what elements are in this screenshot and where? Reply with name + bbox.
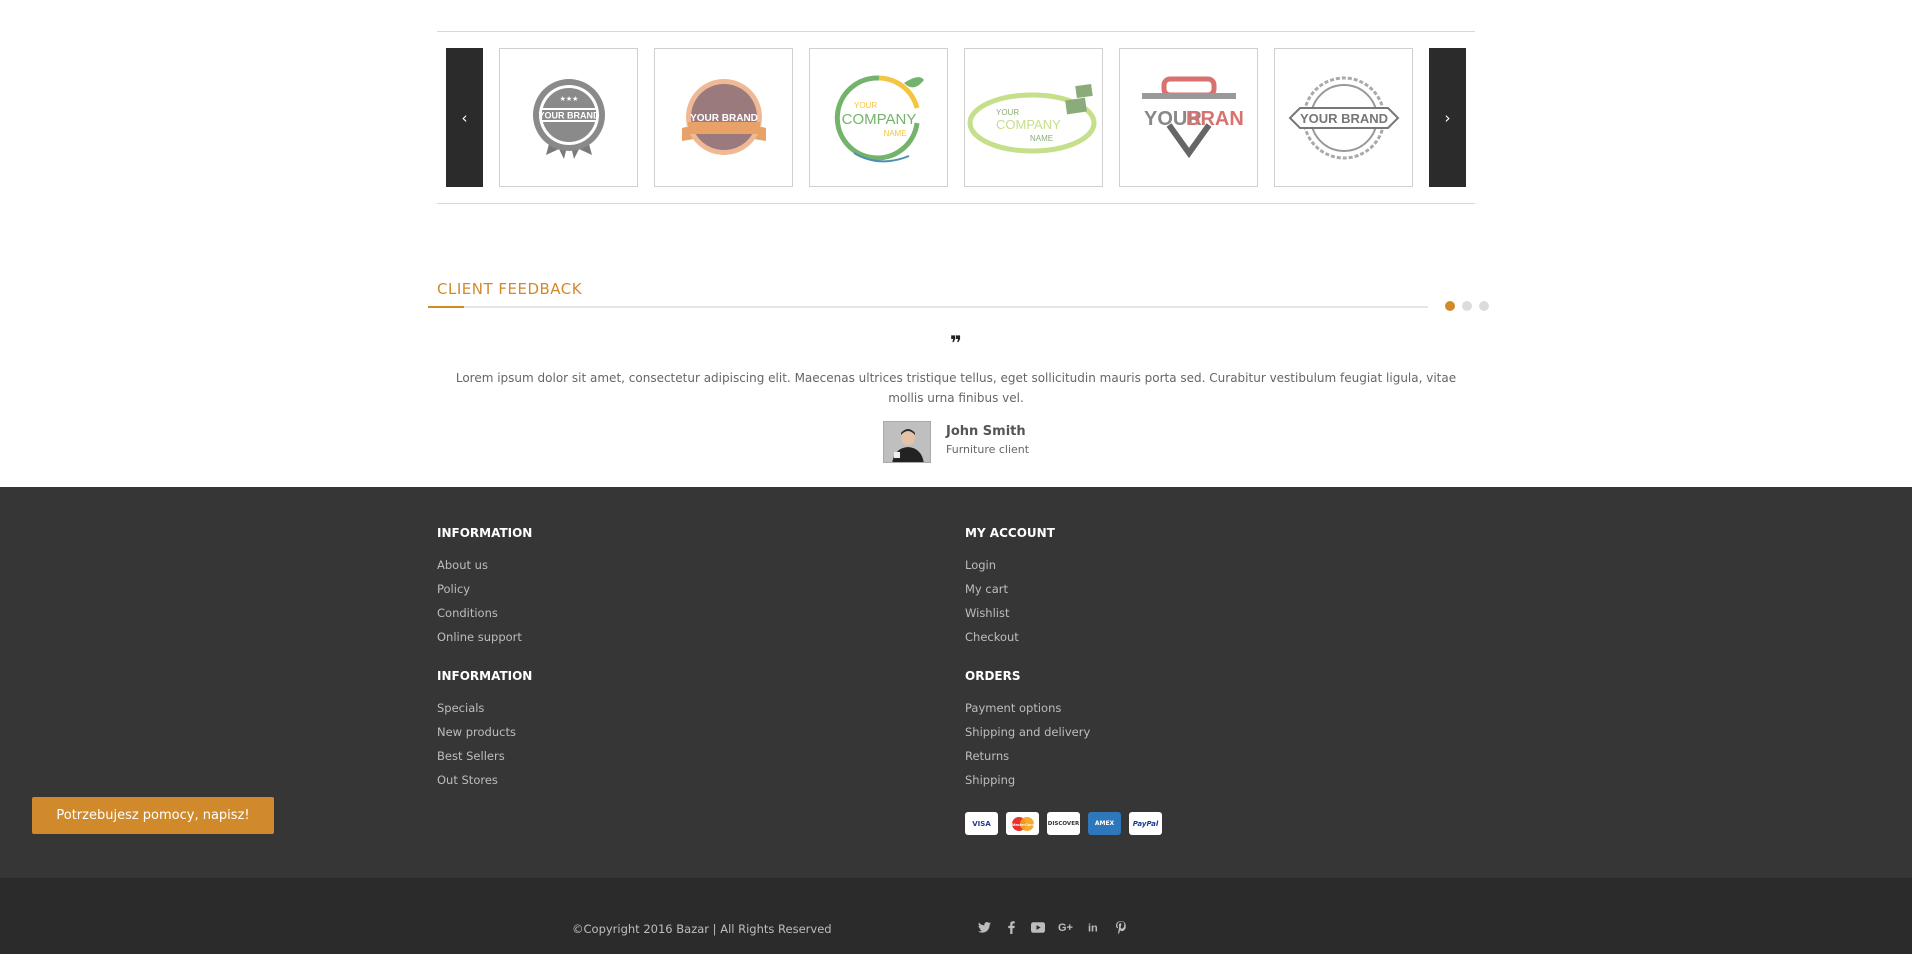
footer xyxy=(0,487,1912,878)
footer-link-best-sellers[interactable]: Best Sellers xyxy=(437,748,532,772)
svg-text:YOUR BRAND: YOUR BRAND xyxy=(690,113,758,124)
svg-text:NAME: NAME xyxy=(883,129,906,138)
svg-text:YOUR BRAND: YOUR BRAND xyxy=(538,110,600,120)
footer-col-information: INFORMATION About us Policy Conditions O… xyxy=(437,525,532,653)
brand-logo-3[interactable]: YOUR COMPANY NAME xyxy=(809,48,948,187)
chevron-left-icon: ‹ xyxy=(461,108,468,127)
footer-link-my-cart[interactable]: My cart xyxy=(965,581,1055,605)
paypal-icon: PayPal xyxy=(1129,812,1162,835)
brands-bottom-divider xyxy=(437,203,1475,204)
brand-leaf-green-icon: YOUR COMPANY NAME xyxy=(834,74,924,162)
footer-link-shipping[interactable]: Shipping xyxy=(965,772,1090,796)
svg-text:★★★: ★★★ xyxy=(559,95,578,103)
feedback-title-accent xyxy=(428,306,464,308)
footer-col-orders: ORDERS Payment options Shipping and deli… xyxy=(965,668,1090,796)
payment-methods: VISA MasterCard DISCOVER AMEX PayPal xyxy=(965,812,1162,835)
client-feedback-title: CLIENT FEEDBACK xyxy=(437,280,583,298)
brand-badge-gray-icon: YOUR BRAND ★★★ xyxy=(532,78,605,159)
footer-link-online-support[interactable]: Online support xyxy=(437,629,532,653)
brand-swoosh-green-icon: YOUR COMPANY NAME xyxy=(967,83,1096,153)
brand-badge-mauve-icon: YOUR BRAND xyxy=(681,78,766,155)
twitter-icon[interactable] xyxy=(977,920,991,934)
footer-link-out-stores[interactable]: Out Stores xyxy=(437,772,532,796)
svg-text:COMPANY: COMPANY xyxy=(841,111,916,128)
brand-shield-red-icon: YOUR BRAND xyxy=(1141,76,1244,158)
svg-text:MasterCard: MasterCard xyxy=(1011,822,1034,827)
feedback-author-name: John Smith xyxy=(946,424,1026,439)
footer-link-returns[interactable]: Returns xyxy=(965,748,1090,772)
footer-link-policy[interactable]: Policy xyxy=(437,581,532,605)
amex-icon: AMEX xyxy=(1088,812,1121,835)
youtube-icon[interactable] xyxy=(1031,920,1045,934)
copyright-text: ©Copyright 2016 Bazar | All Rights Reser… xyxy=(572,922,832,936)
footer-link-shipping-delivery[interactable]: Shipping and delivery xyxy=(965,724,1090,748)
footer-col-title: INFORMATION xyxy=(437,526,533,540)
footer-link-specials[interactable]: Specials xyxy=(437,700,532,724)
footer-link-payment-options[interactable]: Payment options xyxy=(965,700,1090,724)
svg-text:YOUR: YOUR xyxy=(854,101,877,110)
quote-icon: ❞ xyxy=(950,331,962,355)
footer-link-login[interactable]: Login xyxy=(965,557,1055,581)
svg-text:NAME: NAME xyxy=(1030,134,1053,143)
facebook-icon[interactable] xyxy=(1004,920,1018,934)
sub-footer xyxy=(0,878,1912,954)
footer-col-title: MY ACCOUNT xyxy=(965,526,1055,540)
feedback-text: Lorem ipsum dolor sit amet, consectetur … xyxy=(455,371,1457,405)
brand-logo-5[interactable]: YOUR BRAND xyxy=(1119,48,1258,187)
linkedin-icon[interactable]: in xyxy=(1087,920,1101,934)
footer-link-checkout[interactable]: Checkout xyxy=(965,629,1055,653)
footer-col-title: INFORMATION xyxy=(437,669,533,683)
brand-logo-4[interactable]: YOUR COMPANY NAME xyxy=(964,48,1103,187)
footer-col-title: ORDERS xyxy=(965,669,1021,683)
visa-icon: VISA xyxy=(965,812,998,835)
carousel-next-button[interactable]: › xyxy=(1429,48,1466,187)
help-chat-button[interactable]: Potrzebujesz pomocy, napisz! xyxy=(32,797,274,834)
pinterest-icon[interactable] xyxy=(1114,920,1128,934)
brands-top-divider xyxy=(437,31,1475,32)
feedback-pagination xyxy=(1445,301,1489,311)
avatar xyxy=(883,421,931,463)
mastercard-icon: MasterCard xyxy=(1006,812,1039,835)
footer-link-new-products[interactable]: New products xyxy=(437,724,532,748)
brand-logo-1[interactable]: YOUR BRAND ★★★ xyxy=(499,48,638,187)
footer-link-about-us[interactable]: About us xyxy=(437,557,532,581)
footer-link-conditions[interactable]: Conditions xyxy=(437,605,532,629)
brand-logo-6[interactable]: YOUR BRAND xyxy=(1274,48,1413,187)
svg-text:YOUR: YOUR xyxy=(996,108,1019,117)
carousel-prev-button[interactable]: ‹ xyxy=(446,48,483,187)
social-links: G+ in xyxy=(977,920,1128,934)
svg-text:in: in xyxy=(1088,923,1098,934)
svg-text:COMPANY: COMPANY xyxy=(996,117,1061,132)
feedback-dot-3[interactable] xyxy=(1479,301,1489,311)
svg-text:BRAND: BRAND xyxy=(1186,108,1244,130)
feedback-author-role: Furniture client xyxy=(946,443,1030,456)
footer-link-wishlist[interactable]: Wishlist xyxy=(965,605,1055,629)
discover-icon: DISCOVER xyxy=(1047,812,1080,835)
footer-col-information-2: INFORMATION Specials New products Best S… xyxy=(437,668,532,796)
brand-badge-outline-icon: YOUR BRAND xyxy=(1288,76,1399,159)
feedback-title-underline xyxy=(428,306,1428,308)
svg-text:G+: G+ xyxy=(1058,922,1073,933)
svg-text:YOUR BRAND: YOUR BRAND xyxy=(1299,111,1387,126)
footer-col-my-account: MY ACCOUNT Login My cart Wishlist Checko… xyxy=(965,525,1055,653)
feedback-dot-1[interactable] xyxy=(1445,301,1455,311)
google-plus-icon[interactable]: G+ xyxy=(1058,920,1074,934)
chevron-right-icon: › xyxy=(1444,108,1451,127)
brand-logo-2[interactable]: YOUR BRAND xyxy=(654,48,793,187)
feedback-dot-2[interactable] xyxy=(1462,301,1472,311)
